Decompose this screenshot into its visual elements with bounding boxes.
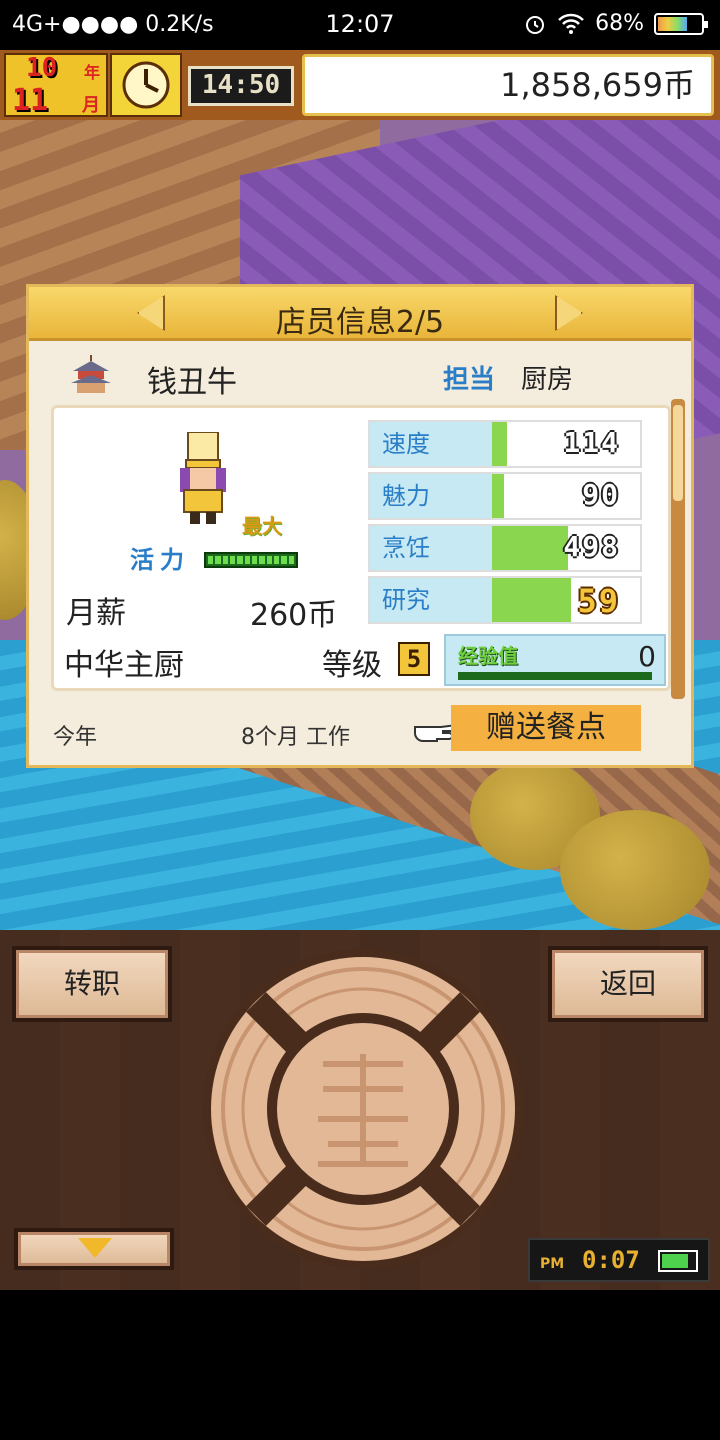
assignment-value: 厨房 — [521, 365, 574, 395]
rank-row: 中华主厨 等级 5 经验值 0 — [60, 634, 666, 686]
exp-bar — [458, 672, 652, 680]
assignment-label: 担当 — [443, 365, 496, 395]
wifi-icon — [558, 13, 584, 34]
stat-value: 498 — [563, 530, 620, 563]
stat-charm: 魅力 90 — [368, 472, 642, 520]
vitality-label: 活力 — [130, 546, 190, 574]
clock-icon — [110, 53, 182, 117]
month-value: 11 — [12, 83, 49, 118]
return-button[interactable]: 返回 — [548, 946, 708, 1022]
menu-down-button[interactable] — [14, 1228, 174, 1270]
scroll-thumb[interactable] — [673, 405, 683, 501]
stat-bar — [492, 474, 504, 518]
stat-cooking: 烹饪 498 — [368, 524, 642, 572]
game-time: 14:50 — [188, 66, 294, 106]
stat-bar — [492, 578, 571, 622]
vitality-bar — [204, 552, 298, 568]
direction-pad[interactable] — [198, 944, 528, 1274]
calendar: 10 年 11 月 — [4, 53, 108, 118]
stat-speed: 速度 114 — [368, 420, 642, 468]
status-right: 68% — [523, 11, 708, 36]
battery-icon — [654, 12, 708, 35]
stat-value: 59 — [577, 582, 620, 620]
month-suffix: 月 — [82, 95, 100, 116]
down-arrow-icon — [78, 1238, 112, 1258]
bottom-blank-area — [0, 1290, 720, 1440]
exp-box: 经验值 0 — [444, 634, 666, 686]
status-bar: 4G+●●●● 0.2K/s 12:07 68% — [0, 0, 720, 50]
stat-bar — [492, 422, 507, 466]
stat-research: 研究 59 — [368, 576, 642, 624]
level-badge: 5 — [398, 642, 430, 676]
top-hud: 10 年 11 月 14:50 1,858,659币 — [0, 50, 720, 120]
money-display: 1,858,659币 — [302, 54, 714, 116]
battery-icon — [658, 1250, 698, 1272]
alarm-icon — [526, 15, 545, 34]
battery-percent: 68% — [595, 11, 644, 36]
control-panel: 转职 返回 PM 0:07 — [0, 930, 720, 1290]
rank-title: 中华主厨 — [64, 648, 184, 683]
stat-name: 烹饪 — [370, 526, 492, 570]
level-label: 等级 — [322, 648, 382, 683]
staff-info-dialog: 店员信息2/5 钱丑牛 担当 厨房 最大 活力 月薪 260币 速度 114 魅… — [26, 284, 694, 768]
dialog-title: 店员信息2/5 — [275, 305, 445, 340]
year-suffix: 年 — [84, 63, 101, 82]
time-period: PM — [540, 1256, 565, 1272]
dialog-header: 店员信息2/5 — [29, 287, 691, 341]
transfer-button[interactable]: 转职 — [12, 946, 172, 1022]
stat-name: 速度 — [370, 422, 492, 466]
max-label: 最大 — [242, 514, 282, 538]
tenure-value: 8个月 工作 — [241, 725, 350, 750]
stat-value: 114 — [563, 426, 620, 459]
gift-meal-button[interactable]: 赠送餐点 — [451, 705, 641, 751]
tenure-label: 今年 — [53, 725, 98, 750]
play-time-value: 0:07 — [582, 1246, 640, 1274]
stat-name: 魅力 — [370, 474, 492, 518]
stat-bar — [492, 526, 568, 570]
exp-label: 经验值 — [458, 644, 518, 668]
salary-value: 260币 — [250, 598, 338, 633]
chef-sprite — [180, 432, 226, 524]
stats-list: 速度 114 魅力 90 烹饪 498 研究 59 — [368, 420, 642, 628]
stat-name: 研究 — [370, 578, 492, 622]
salary-label: 月薪 — [66, 596, 126, 631]
staff-details-panel: 最大 活力 月薪 260币 速度 114 魅力 90 烹饪 498 研究 59 … — [51, 405, 671, 691]
stat-value: 90 — [582, 478, 620, 511]
staff-name: 钱丑牛 — [147, 365, 237, 400]
year-value: 10 — [26, 53, 58, 83]
pagoda-icon — [71, 355, 111, 393]
play-time-chip: PM 0:07 — [528, 1238, 710, 1282]
screen: 4G+●●●● 0.2K/s 12:07 68% 10 年 11 月 14:50… — [0, 0, 720, 1440]
exp-value: 0 — [638, 640, 656, 673]
tree-sprite — [560, 810, 710, 930]
